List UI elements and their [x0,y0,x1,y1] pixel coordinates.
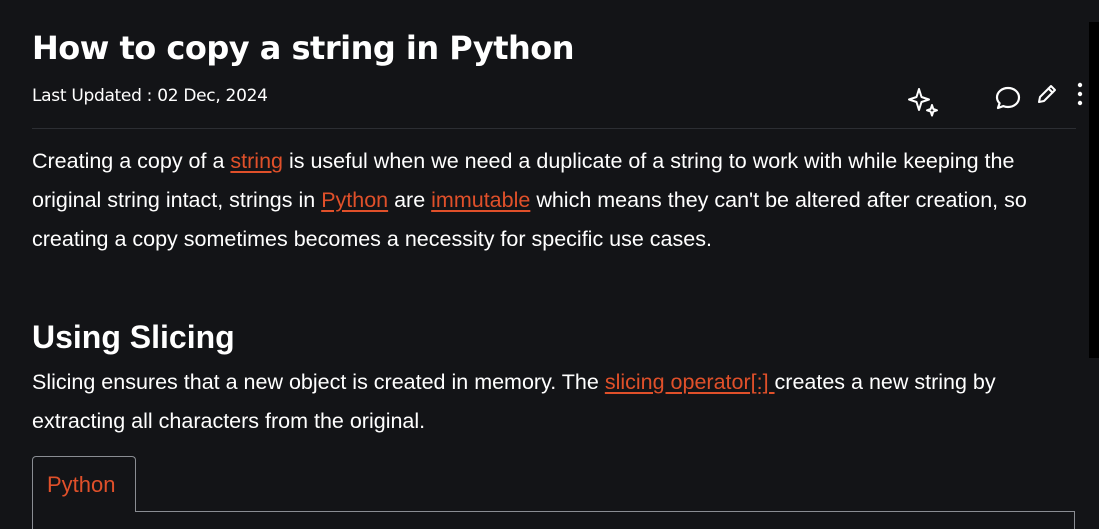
scrollbar[interactable] [1089,22,1099,358]
slicing-paragraph: Slicing ensures that a new object is cre… [32,363,1076,441]
more-vertical-icon[interactable] [1074,81,1086,107]
pencil-icon[interactable] [1036,83,1058,105]
code-tab-label: Python [47,472,116,497]
link-slicing-operator[interactable]: slicing operator[:] [605,370,775,394]
intro-text-3: are [388,188,432,212]
intro-text-1: Creating a copy of a [32,149,231,173]
article-title: How to copy a string in Python [32,29,575,67]
code-block [32,511,1075,529]
sparkle-icon[interactable] [906,85,940,119]
slicing-text-1: Slicing ensures that a new object is cre… [32,370,605,394]
link-python[interactable]: Python [321,188,388,212]
title-divider [32,128,1076,129]
intro-paragraph: Creating a copy of a string is useful wh… [32,142,1076,259]
article-page: How to copy a string in Python Last Upda… [0,0,1099,529]
last-updated-date: Last Updated : 02 Dec, 2024 [32,86,268,106]
comment-icon[interactable] [994,84,1022,112]
code-tab-python[interactable]: Python [32,456,136,512]
section-heading: Using Slicing [32,319,235,355]
link-immutable[interactable]: immutable [431,188,530,212]
link-string[interactable]: string [230,149,283,173]
